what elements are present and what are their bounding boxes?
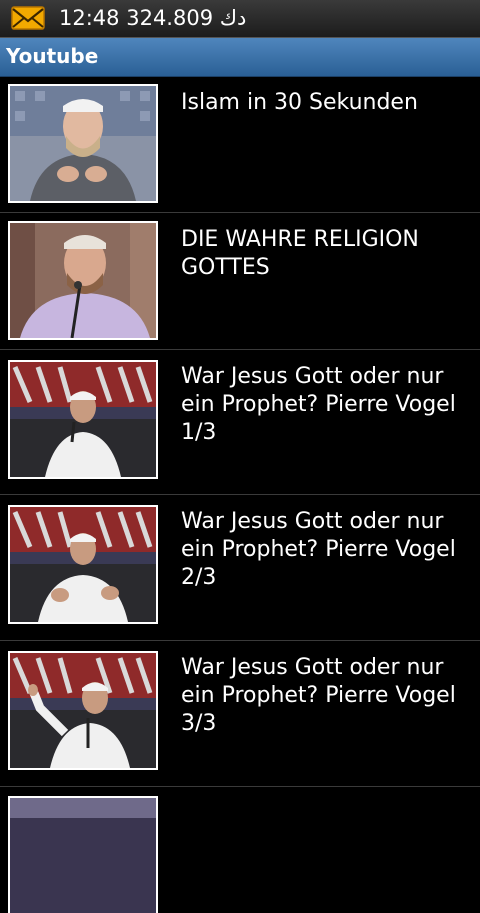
video-title: War Jesus Gott oder nur ein Prophet? Pie… — [181, 509, 456, 590]
app-title-bar: Youtube — [0, 38, 480, 77]
video-thumbnail[interactable] — [8, 505, 158, 624]
video-list-item[interactable]: DIE WAHRE RELIGION GOTTES — [0, 213, 480, 350]
status-time: 12:48 — [59, 6, 120, 30]
video-title: DIE WAHRE RELIGION GOTTES — [181, 227, 419, 280]
status-text: 12:48 دك 324.809 — [59, 4, 246, 32]
video-list[interactable]: Islam in 30 Sekunden DIE WAHRE RELIGION … — [0, 76, 480, 913]
video-thumbnail[interactable] — [8, 360, 158, 479]
video-thumbnail[interactable] — [8, 84, 158, 203]
mail-icon[interactable] — [11, 6, 45, 30]
video-list-item[interactable]: War Jesus Gott oder nur ein Prophet? Pie… — [0, 495, 480, 641]
app-title: Youtube — [6, 44, 99, 68]
video-thumbnail[interactable] — [8, 796, 158, 913]
status-extra: دك 324.809 — [126, 6, 247, 30]
video-title: War Jesus Gott oder nur ein Prophet? Pie… — [181, 655, 456, 736]
video-thumbnail[interactable] — [8, 651, 158, 770]
video-list-item[interactable]: War Jesus Gott oder nur ein Prophet? Pie… — [0, 641, 480, 787]
video-title: Islam in 30 Sekunden — [181, 90, 418, 115]
video-list-item[interactable] — [0, 787, 480, 913]
video-thumbnail[interactable] — [8, 221, 158, 340]
video-title: War Jesus Gott oder nur ein Prophet? Pie… — [181, 364, 456, 445]
status-bar: 12:48 دك 324.809 — [0, 0, 480, 38]
video-list-item[interactable]: Islam in 30 Sekunden — [0, 76, 480, 213]
video-list-item[interactable]: War Jesus Gott oder nur ein Prophet? Pie… — [0, 350, 480, 495]
